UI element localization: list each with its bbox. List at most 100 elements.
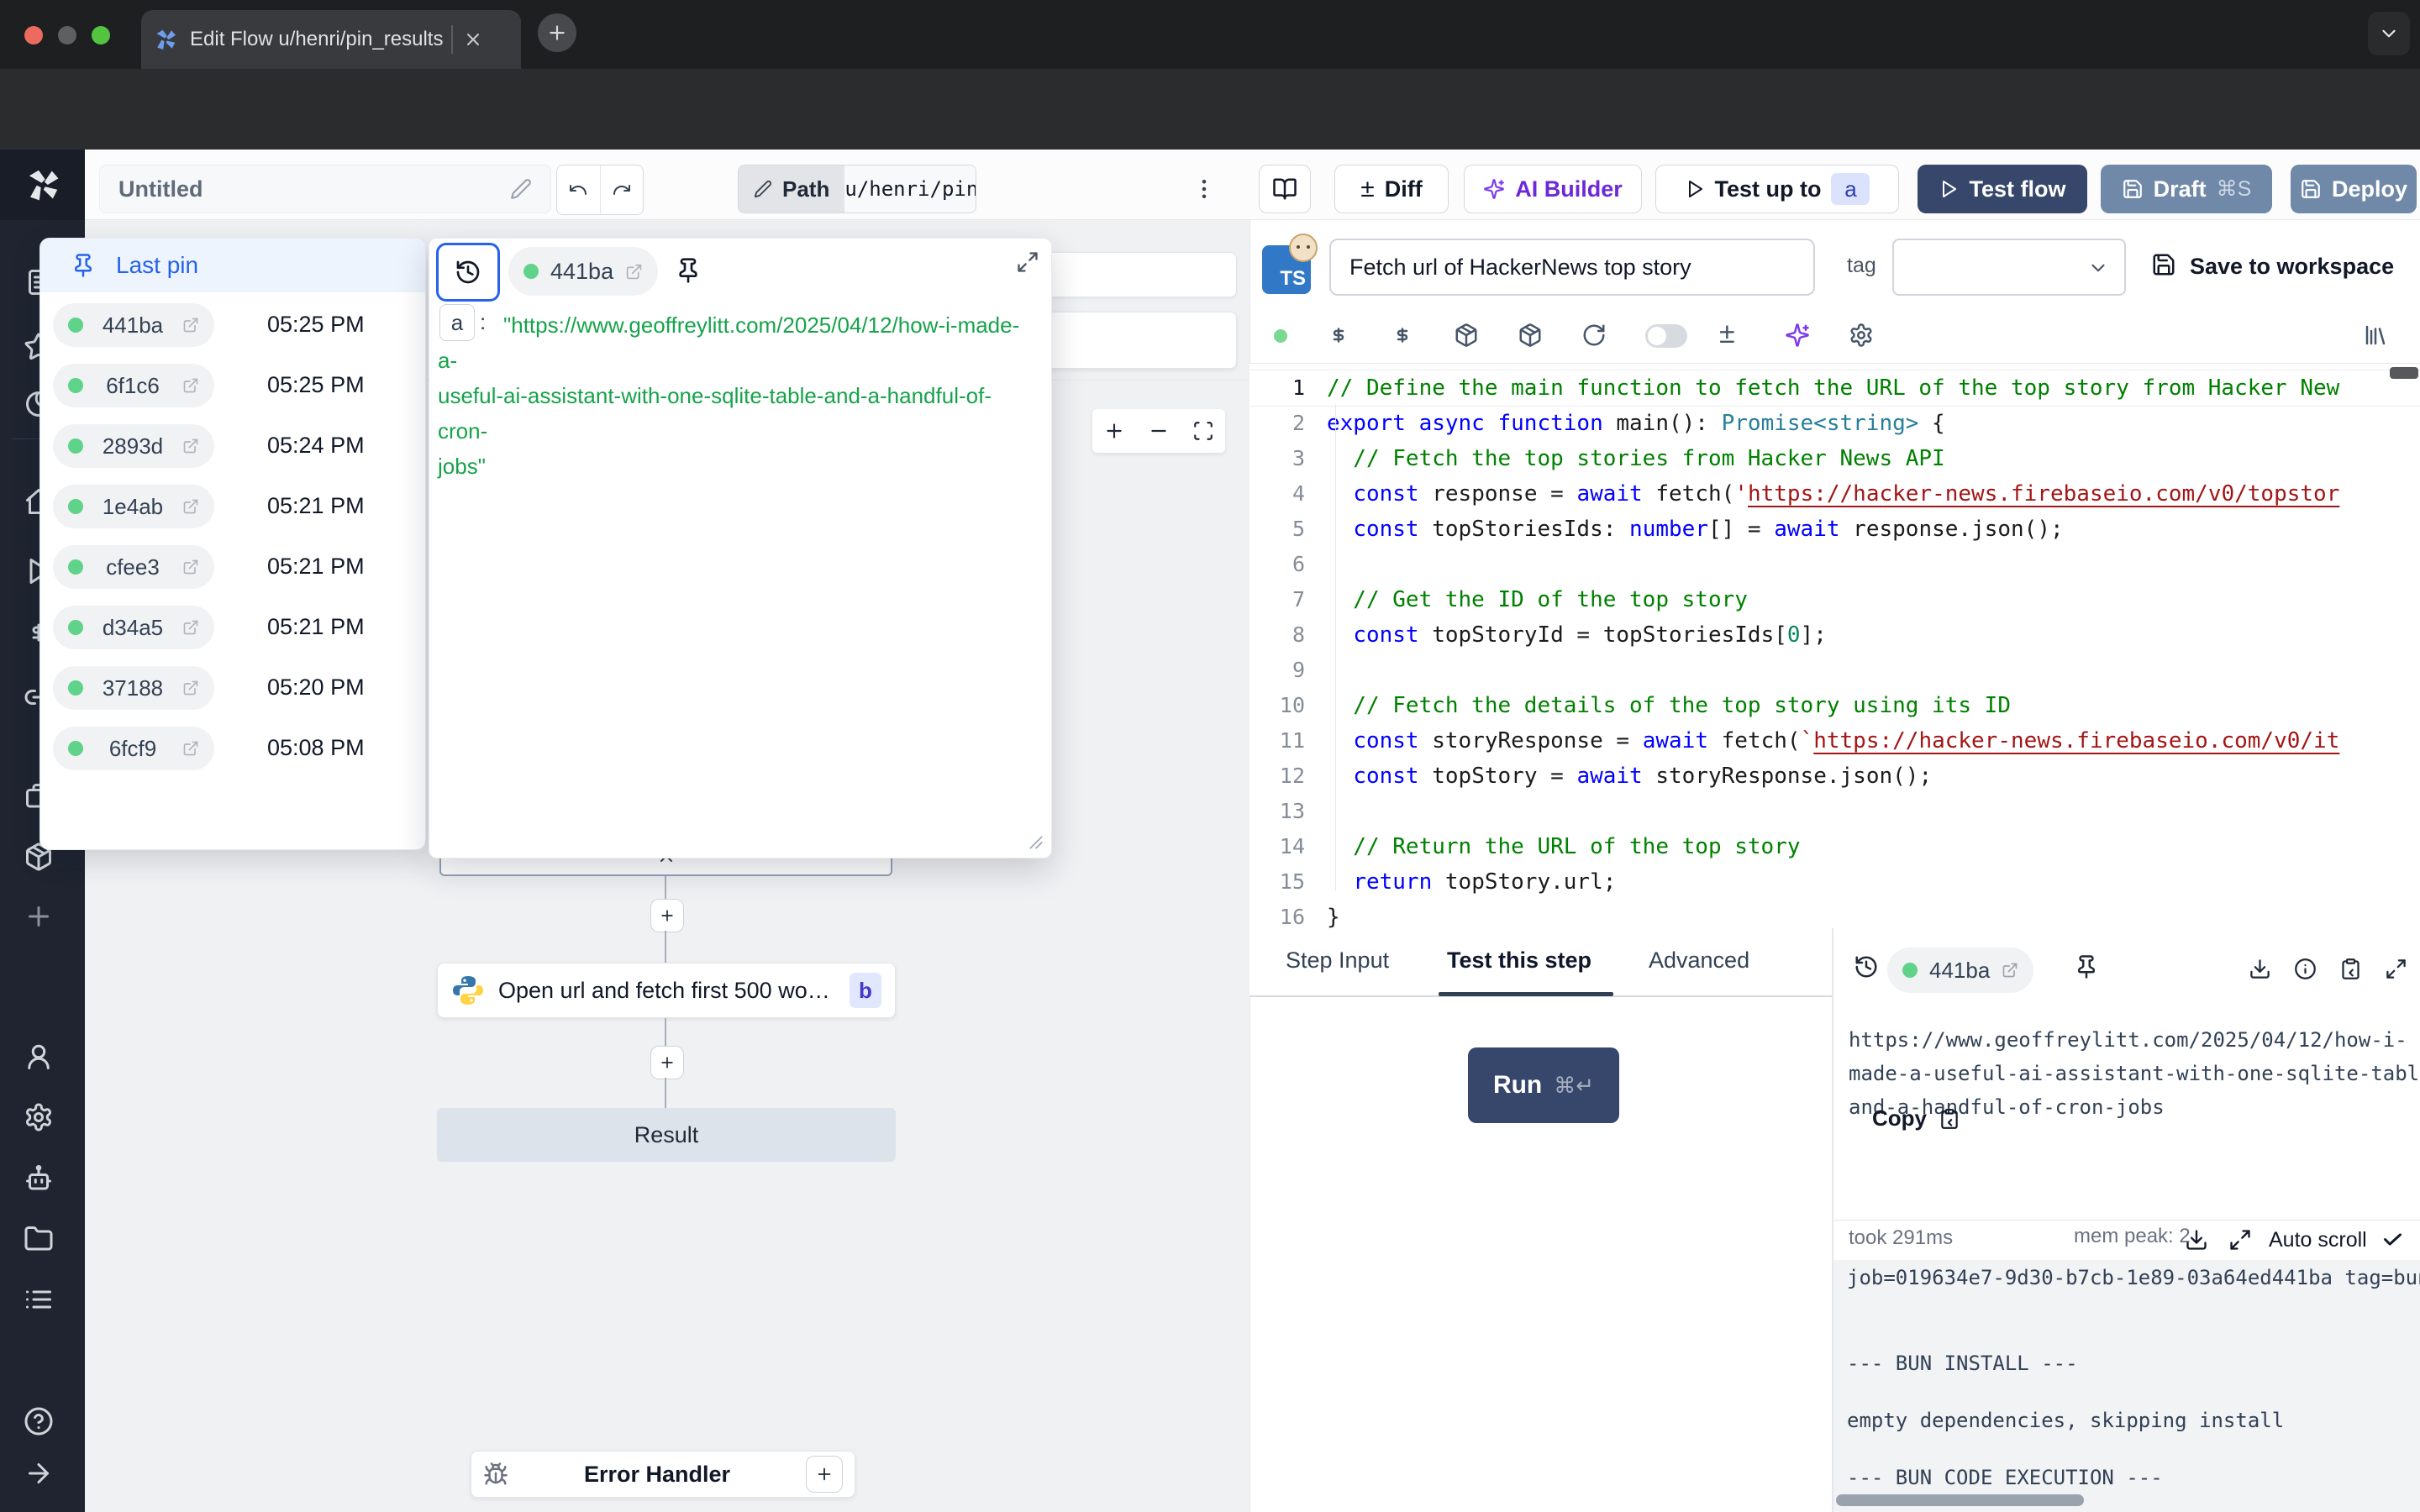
pin-list-item[interactable]: 1e4ab 05:21 PM [40, 483, 425, 533]
code-line[interactable]: 14 // Return the URL of the top story [1249, 829, 2420, 864]
error-handler-node[interactable]: Error Handler [471, 1451, 855, 1498]
sidebar-item-folders-icon[interactable] [24, 1224, 54, 1254]
reload-code-icon[interactable] [1581, 323, 1607, 348]
external-link-icon[interactable] [182, 377, 199, 394]
history-icon[interactable] [1854, 954, 1879, 979]
code-line[interactable]: 2export async function main(): Promise<s… [1249, 406, 2420, 441]
tab-test-this-step[interactable]: Test this step [1447, 948, 1591, 974]
pin-run-pill[interactable]: 6fcf9 [53, 727, 214, 770]
macos-minimize-button[interactable] [58, 26, 76, 45]
code-line[interactable]: 12 const topStory = await storyResponse.… [1249, 759, 2420, 794]
download-result-icon[interactable] [2249, 958, 2271, 980]
pin-list-item[interactable]: 6fcf9 05:08 PM [40, 725, 425, 775]
library-icon[interactable] [2363, 323, 2388, 348]
variables-dollar-icon[interactable] [1326, 323, 1351, 348]
redo-button[interactable] [601, 165, 644, 214]
tab-step-input[interactable]: Step Input [1286, 948, 1389, 974]
resize-handle-icon[interactable] [1028, 834, 1044, 851]
code-line[interactable]: 11 const storyResponse = await fetch(`ht… [1249, 723, 2420, 759]
external-link-icon[interactable] [625, 263, 643, 281]
macos-zoom-button[interactable] [92, 26, 110, 45]
diff-mode-toggle[interactable] [1645, 324, 1687, 348]
external-link-icon[interactable] [182, 559, 199, 575]
external-link-icon[interactable] [182, 680, 199, 696]
code-line[interactable]: 13 [1249, 794, 2420, 829]
pin-run-pill[interactable]: 2893d [53, 424, 214, 468]
new-tab-button[interactable] [538, 13, 576, 52]
pin-list-item[interactable]: 6f1c6 05:25 PM [40, 362, 425, 412]
sidebar-item-audit-logs-icon[interactable] [24, 1284, 54, 1315]
insert-step-button[interactable] [650, 899, 684, 932]
code-line[interactable]: 15 return topStory.url; [1249, 864, 2420, 900]
browser-tab[interactable]: Edit Flow u/henri/pin_results [141, 10, 521, 69]
external-link-icon[interactable] [182, 740, 199, 757]
tab-search-chevron-button[interactable] [2368, 12, 2410, 55]
code-line[interactable]: 6 [1249, 547, 2420, 582]
expand-result-icon[interactable] [2385, 958, 2407, 980]
zoom-out-icon[interactable] [1148, 420, 1170, 442]
run-button[interactable]: Run ⌘↵ [1468, 1047, 1619, 1123]
flow-step-node-b[interactable]: Open url and fetch first 500 words of ..… [437, 963, 896, 1018]
pin-run-pill[interactable]: 1e4ab [53, 485, 214, 528]
code-line[interactable]: 10 // Fetch the details of the top story… [1249, 688, 2420, 723]
tab-advanced[interactable]: Advanced [1649, 948, 1749, 974]
pin-run-pill[interactable]: 6f1c6 [53, 364, 214, 407]
pin-run-pill[interactable]: 441ba [53, 303, 214, 347]
diff-plusminus-icon[interactable]: ± [1719, 318, 1735, 350]
code-editor[interactable]: 1// Define the main function to fetch th… [1249, 363, 2420, 929]
sidebar-item-users-icon[interactable] [24, 1042, 54, 1072]
autoscroll-check-icon[interactable] [2381, 1228, 2404, 1251]
pin-icon[interactable] [675, 257, 702, 284]
history-toggle-button[interactable] [436, 243, 500, 302]
pin-run-pill[interactable]: d34a5 [53, 606, 214, 649]
ai-builder-button[interactable]: AI Builder [1464, 165, 1642, 213]
diff-button[interactable]: ± Diff [1334, 165, 1449, 213]
log-scrollbar-thumb[interactable] [1836, 1494, 2084, 1506]
flow-result-node[interactable]: Result [437, 1108, 896, 1162]
insert-step-button[interactable] [650, 1046, 684, 1079]
info-icon[interactable] [2294, 958, 2317, 980]
pin-icon[interactable] [2074, 954, 2099, 979]
close-tab-icon[interactable] [463, 29, 483, 50]
code-line[interactable]: 3 // Fetch the top stories from Hacker N… [1249, 441, 2420, 476]
expand-logs-icon[interactable] [2228, 1228, 2252, 1252]
editor-settings-gear-icon[interactable] [1849, 323, 1874, 348]
zoom-in-icon[interactable] [1103, 420, 1125, 442]
external-link-icon[interactable] [182, 498, 199, 515]
docs-book-button[interactable] [1259, 165, 1311, 213]
editor-scrollbar-thumb[interactable] [2390, 367, 2418, 379]
external-link-icon[interactable] [182, 619, 199, 636]
pin-list-item[interactable]: d34a5 05:21 PM [40, 604, 425, 654]
deploy-button[interactable]: Deploy [2291, 165, 2417, 213]
test-flow-button[interactable]: Test flow [1918, 165, 2087, 213]
popup-run-pill[interactable]: 441ba [508, 247, 658, 296]
macos-close-button[interactable] [24, 26, 43, 45]
save-to-workspace-button[interactable]: Save to workspace [2190, 254, 2394, 280]
code-line[interactable]: 7 // Get the ID of the top story [1249, 582, 2420, 617]
copy-button[interactable]: Copy [1872, 1105, 1960, 1131]
flow-name-input[interactable]: Untitled [99, 165, 551, 213]
code-line[interactable]: 5 const topStoriesIds: number[] = await … [1249, 512, 2420, 547]
more-options-kebab-icon[interactable] [1192, 176, 1217, 202]
sidebar-item-workers-icon[interactable] [24, 1163, 54, 1194]
package-icon[interactable] [1454, 323, 1479, 348]
add-error-handler-button[interactable] [806, 1456, 843, 1493]
resources-dollar-icon[interactable] [1390, 323, 1415, 348]
pin-list-item[interactable]: 2893d 05:24 PM [40, 423, 425, 473]
log-output-area[interactable]: job=019634e7-9d30-b7cb-1e89-03a64ed441ba… [1833, 1260, 2420, 1512]
sidebar-add-icon[interactable] [24, 901, 54, 932]
download-logs-icon[interactable] [2185, 1228, 2208, 1252]
code-line[interactable]: 16} [1249, 900, 2420, 929]
draft-button[interactable]: Draft ⌘S [2101, 165, 2272, 213]
fit-view-icon[interactable] [1192, 420, 1214, 442]
code-line[interactable]: 4 const response = await fetch('https://… [1249, 476, 2420, 512]
path-button[interactable]: Path u/henri/pin [738, 165, 976, 213]
windmill-logo[interactable] [0, 150, 85, 220]
pin-run-pill[interactable]: 37188 [53, 666, 214, 710]
pin-list-item[interactable]: 37188 05:20 PM [40, 664, 425, 715]
sidebar-item-settings-icon[interactable] [24, 1102, 54, 1132]
undo-button[interactable] [557, 165, 601, 214]
sidebar-expand-icon[interactable] [24, 1458, 54, 1488]
package-lock-icon[interactable] [1518, 323, 1543, 348]
code-line[interactable]: 1// Define the main function to fetch th… [1249, 370, 2420, 406]
